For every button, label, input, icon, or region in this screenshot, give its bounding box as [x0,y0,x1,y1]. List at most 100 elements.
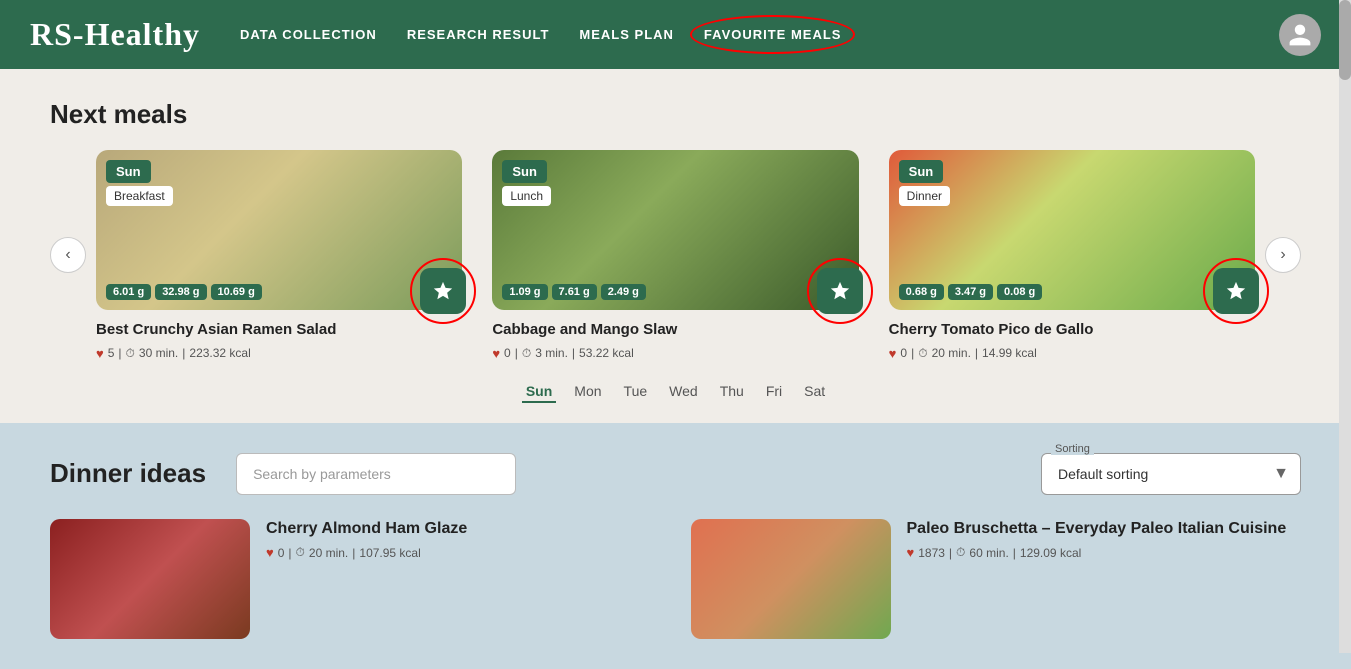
nutrient-1-1: 7.61 g [552,284,597,300]
dinner-meal-info-0: Cherry Almond Ham Glaze ♥ 0 | ⏱ 20 min. … [266,519,661,561]
user-avatar[interactable] [1279,14,1321,56]
nutrient-0-1: 32.98 g [155,284,206,300]
dinner-ideas-section: Dinner ideas Sorting Default sorting By … [0,423,1351,669]
meal-type-badge-0: Breakfast [106,186,173,206]
separator-0: | [118,346,121,360]
nutrient-2-1: 3.47 g [948,284,993,300]
nutrient-badges-0: 6.01 g 32.98 g 10.69 g [106,284,262,300]
clock-icon-1: ⏱ [522,346,531,361]
day-selector: Sun Mon Tue Wed Thu Fri Sat [50,381,1301,403]
meal-time-1: 3 min. [535,346,568,360]
dinner-meal-meta-0: ♥ 0 | ⏱ 20 min. | 107.95 kcal [266,545,661,560]
day-mon[interactable]: Mon [570,381,605,403]
dinner-meal-name-1: Paleo Bruschetta – Everyday Paleo Italia… [907,519,1302,540]
meal-likes-2: 0 [900,346,907,360]
nutrient-0-2: 10.69 g [211,284,262,300]
meal-kcal-0: 223.32 kcal [189,346,250,360]
nutrient-1-2: 2.49 g [601,284,646,300]
dinner-meal-info-1: Paleo Bruschetta – Everyday Paleo Italia… [907,519,1302,561]
nutrient-2-0: 0.68 g [899,284,944,300]
dinner-heart-icon-0: ♥ [266,545,274,560]
favourite-button-2[interactable] [1213,268,1259,314]
dinner-clock-icon-0: ⏱ [296,545,305,560]
nav: DATA COLLECTION RESEARCH RESULT MEALS PL… [240,23,1279,46]
day-badge-2: Sun [899,160,944,183]
next-meals-section: Next meals ‹ Sun Breakfast 6.01 g 32.98 … [0,69,1351,423]
dinner-meal-likes-0: 0 [278,546,285,560]
favourite-button-1[interactable] [817,268,863,314]
header: RS-Healthy DATA COLLECTION RESEARCH RESU… [0,0,1351,69]
nav-research-result[interactable]: RESEARCH RESULT [407,23,550,46]
heart-icon-2: ♥ [889,346,897,361]
meal-card-1: Sun Lunch 1.09 g 7.61 g 2.49 g Cabbage a… [492,150,858,361]
dinner-meal-item-1: Paleo Bruschetta – Everyday Paleo Italia… [691,519,1302,639]
nutrient-2-2: 0.08 g [997,284,1042,300]
meal-card-0: Sun Breakfast 6.01 g 32.98 g 10.69 g Bes… [96,150,462,361]
meal-name-1: Cabbage and Mango Slaw [492,320,858,340]
dinner-meal-item-0: Cherry Almond Ham Glaze ♥ 0 | ⏱ 20 min. … [50,519,661,639]
cards-row: Sun Breakfast 6.01 g 32.98 g 10.69 g Bes… [96,150,1255,361]
meal-card-2: Sun Dinner 0.68 g 3.47 g 0.08 g Cherry T… [889,150,1255,361]
meal-img-wrapper-1: Sun Lunch 1.09 g 7.61 g 2.49 g [492,150,858,310]
sorting-label: Sorting [1051,443,1094,455]
next-meals-title: Next meals [50,99,1301,130]
meal-img-wrapper-0: Sun Breakfast 6.01 g 32.98 g 10.69 g [96,150,462,310]
dinner-meal-likes-1: 1873 [918,546,945,560]
day-badge-0: Sun [106,160,151,183]
meal-meta-0: ♥ 5 | ⏱ 30 min. | 223.32 kcal [96,346,462,361]
carousel-prev-button[interactable]: ‹ [50,237,86,273]
meal-name-0: Best Crunchy Asian Ramen Salad [96,320,462,340]
dinner-meal-time-0: 20 min. [309,546,348,560]
nav-favourite-meals[interactable]: FAVOURITE MEALS [704,23,842,46]
meal-type-badge-1: Lunch [502,186,551,206]
day-fri[interactable]: Fri [762,381,786,403]
search-input[interactable] [236,453,516,495]
dinner-meal-time-1: 60 min. [969,546,1008,560]
nav-meals-plan[interactable]: MEALS PLAN [579,23,674,46]
meal-name-2: Cherry Tomato Pico de Gallo [889,320,1255,340]
dinner-meal-name-0: Cherry Almond Ham Glaze [266,519,661,540]
day-sun[interactable]: Sun [522,381,556,403]
nav-data-collection[interactable]: DATA COLLECTION [240,23,377,46]
dinner-header: Dinner ideas Sorting Default sorting By … [50,453,1301,495]
search-box [236,453,516,495]
meal-time-2: 20 min. [932,346,971,360]
dinner-meal-kcal-1: 129.09 kcal [1020,546,1081,560]
meal-kcal-1: 53.22 kcal [579,346,634,360]
meal-likes-0: 5 [108,346,115,360]
clock-icon-0: ⏱ [126,346,135,361]
dinner-meal-kcal-0: 107.95 kcal [359,546,420,560]
heart-icon-0: ♥ [96,346,104,361]
nutrient-badges-1: 1.09 g 7.61 g 2.49 g [502,284,646,300]
day-tue[interactable]: Tue [620,381,652,403]
meal-meta-2: ♥ 0 | ⏱ 20 min. | 14.99 kcal [889,346,1255,361]
nutrient-0-0: 6.01 g [106,284,151,300]
day-sat[interactable]: Sat [800,381,829,403]
nutrient-badges-2: 0.68 g 3.47 g 0.08 g [899,284,1043,300]
nutrient-1-0: 1.09 g [502,284,547,300]
heart-icon-1: ♥ [492,346,500,361]
scrollbar[interactable] [1339,0,1351,653]
logo[interactable]: RS-Healthy [30,16,200,53]
dinner-meal-image-0 [50,519,250,639]
meal-type-badge-2: Dinner [899,186,950,206]
meal-likes-1: 0 [504,346,511,360]
meal-img-wrapper-2: Sun Dinner 0.68 g 3.47 g 0.08 g [889,150,1255,310]
favourite-button-0[interactable] [420,268,466,314]
separator2-0: | [182,346,185,360]
scrollbar-thumb[interactable] [1339,0,1351,80]
day-wed[interactable]: Wed [665,381,702,403]
dinner-meal-image-1 [691,519,891,639]
dinner-meals-list: Cherry Almond Ham Glaze ♥ 0 | ⏱ 20 min. … [50,519,1301,639]
sorting-select[interactable]: Default sorting By calories By time By l… [1041,453,1301,495]
day-thu[interactable]: Thu [716,381,748,403]
meal-meta-1: ♥ 0 | ⏱ 3 min. | 53.22 kcal [492,346,858,361]
dinner-clock-icon-1: ⏱ [956,545,965,560]
meal-kcal-2: 14.99 kcal [982,346,1037,360]
meal-time-0: 30 min. [139,346,178,360]
carousel-wrapper: ‹ Sun Breakfast 6.01 g 32.98 g 10.69 g [50,150,1301,361]
carousel-next-button[interactable]: › [1265,237,1301,273]
day-badge-1: Sun [502,160,547,183]
sorting-wrapper: Sorting Default sorting By calories By t… [1041,453,1301,495]
dinner-meal-meta-1: ♥ 1873 | ⏱ 60 min. | 129.09 kcal [907,545,1302,560]
